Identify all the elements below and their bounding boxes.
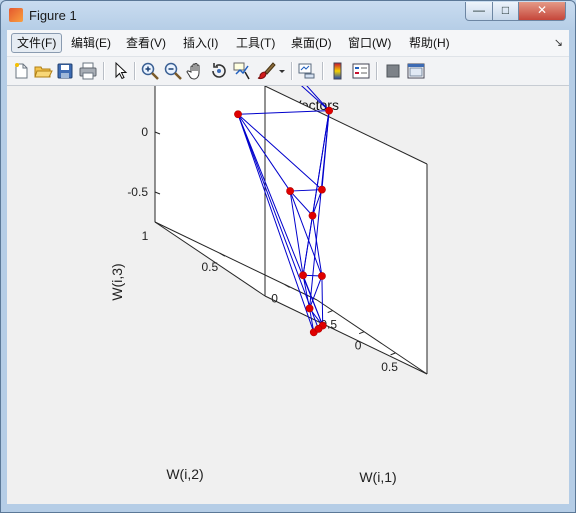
- brush-dropdown-icon[interactable]: [277, 61, 287, 81]
- weight-point: [234, 110, 242, 119]
- menu-window[interactable]: 窗口(W): [343, 33, 396, 53]
- toolbar-separator: [103, 62, 105, 80]
- y-axis-label: W(i,2): [166, 466, 203, 482]
- weight-point: [318, 272, 326, 280]
- toolbar-separator: [134, 62, 136, 80]
- window-title: Figure 1: [29, 8, 77, 23]
- menu-tools[interactable]: 工具(T): [231, 33, 280, 53]
- weight-point: [318, 185, 326, 194]
- z-tick-label: 0: [141, 125, 148, 139]
- hide-plot-tools-icon[interactable]: [383, 61, 403, 81]
- plot-3d[interactable]: Weight Vectors -0.500.500.51-0.500.51 W(…: [7, 86, 569, 504]
- show-plot-tools-icon[interactable]: [406, 61, 426, 81]
- open-file-icon[interactable]: [33, 61, 53, 81]
- figure-window: Figure 1 — □ ✕ 文件(F) 编辑(E) 查看(V) 插入(I) 工…: [0, 0, 576, 513]
- weight-point: [308, 211, 317, 220]
- edit-plot-arrow-icon[interactable]: [110, 61, 130, 81]
- weight-point: [286, 187, 295, 195]
- legend-icon[interactable]: [351, 61, 371, 81]
- weight-point: [305, 304, 314, 313]
- save-icon[interactable]: [55, 61, 75, 81]
- x-tick-label: 0: [355, 339, 362, 353]
- weight-point: [325, 106, 334, 115]
- minimize-button[interactable]: —: [465, 2, 493, 21]
- toolbar-separator: [322, 62, 324, 80]
- x-tick-label: 0.5: [381, 360, 398, 374]
- data-cursor-icon[interactable]: [232, 61, 252, 81]
- menu-help[interactable]: 帮助(H): [404, 33, 455, 53]
- menu-bar: 文件(F) 编辑(E) 查看(V) 插入(I) 工具(T) 桌面(D) 窗口(W…: [7, 30, 569, 57]
- y-tick-label: 1: [142, 229, 149, 243]
- z-axis-label: W(i,3): [109, 263, 125, 300]
- y-tick-label: 0: [271, 291, 278, 305]
- menu-edit[interactable]: 编辑(E): [66, 33, 116, 53]
- zoom-in-icon[interactable]: [140, 61, 160, 81]
- menu-view[interactable]: 查看(V): [121, 33, 171, 53]
- figure-canvas[interactable]: Weight Vectors -0.500.500.51-0.500.51 W(…: [7, 86, 569, 504]
- new-figure-icon[interactable]: [11, 61, 31, 81]
- title-bar[interactable]: Figure 1 — □ ✕: [1, 1, 575, 29]
- menu-insert[interactable]: 插入(I): [178, 33, 223, 53]
- toolbar-separator: [376, 62, 378, 80]
- x-axis-label: W(i,1): [359, 469, 396, 485]
- pan-hand-icon[interactable]: [186, 61, 206, 81]
- print-icon[interactable]: [78, 61, 98, 81]
- z-tick-label: -0.5: [127, 185, 148, 199]
- figure-toolbar: [7, 57, 569, 86]
- brush-icon[interactable]: [256, 61, 276, 81]
- menu-desktop[interactable]: 桌面(D): [286, 33, 337, 53]
- matlab-app-icon: [9, 8, 23, 22]
- menu-file[interactable]: 文件(F): [11, 33, 63, 53]
- menu-overflow-icon[interactable]: ↘: [554, 36, 563, 49]
- rotate-3d-icon[interactable]: [209, 61, 229, 81]
- colorbar-icon[interactable]: [328, 61, 348, 81]
- toolbar-separator: [291, 62, 293, 80]
- maximize-button[interactable]: □: [492, 2, 519, 21]
- y-tick-label: 0.5: [201, 260, 218, 274]
- zoom-out-icon[interactable]: [163, 61, 183, 81]
- link-plot-icon[interactable]: [297, 61, 317, 81]
- weight-point: [299, 271, 307, 280]
- weight-point: [314, 325, 323, 333]
- close-button[interactable]: ✕: [518, 2, 566, 21]
